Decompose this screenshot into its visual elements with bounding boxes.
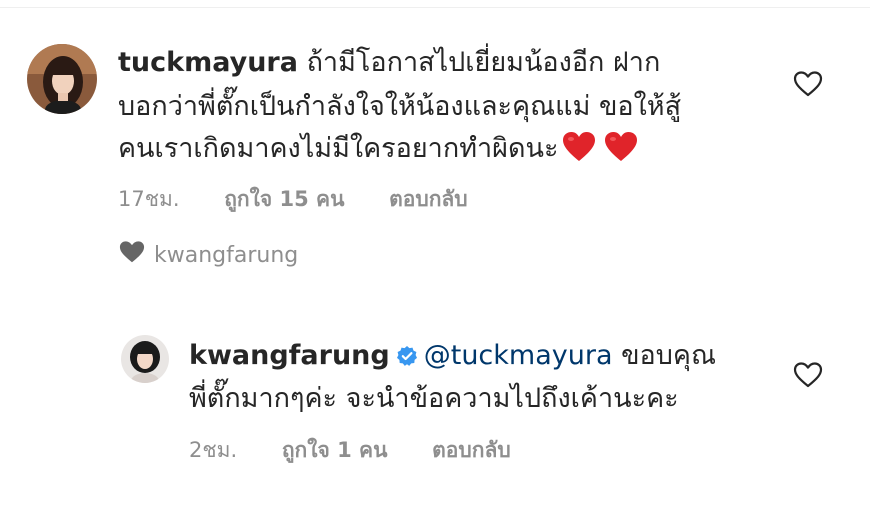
comment-text-part1: ถ้ามีโอกาสไปเยี่ยมน้องอีก ฝาก: [306, 47, 661, 78]
avatar-tuckmayura[interactable]: [27, 44, 97, 114]
red-heart-emoji: [604, 131, 638, 176]
reply-username[interactable]: kwangfarung: [189, 340, 390, 371]
comment-text-part3: คนเราเกิดมาคงไม่มีใครอยากทำผิดนะ: [118, 133, 559, 164]
comment-timestamp: 17ชม.: [118, 187, 180, 211]
liked-by-username: kwangfarung: [154, 242, 299, 268]
reply-timestamp: 2ชม.: [189, 438, 238, 462]
reply-likes-count[interactable]: ถูกใจ 1 คน: [282, 434, 388, 467]
comment-likes-count[interactable]: ถูกใจ 15 คน: [224, 183, 344, 216]
comment-tuckmayura-line1: tuckmayura ถ้ามีโอกาสไปเยี่ยมน้องอีก ฝาก: [118, 42, 660, 84]
comment-tuckmayura-line2: บอกว่าพี่ตั๊กเป็นกำลังใจให้น้องและคุณแม่…: [118, 91, 682, 122]
red-heart-emoji: [562, 131, 596, 176]
liked-by-author: kwangfarung: [118, 239, 298, 271]
comment-username[interactable]: tuckmayura: [118, 47, 298, 78]
top-divider: [0, 7, 870, 8]
reply-button[interactable]: ตอบกลับ: [389, 183, 468, 216]
reply-reply-button[interactable]: ตอบกลับ: [432, 434, 511, 467]
reply-kwangfarung-line1: kwangfarung @tuckmayura ขอบคุณ: [189, 335, 716, 380]
avatar-image: [121, 335, 169, 383]
comment-tuckmayura-line3: คนเราเกิดมาคงไม่มีใครอยากทำผิดนะ: [118, 128, 638, 176]
reply-meta-row: 2ชม. ถูกใจ 1 คน ตอบกลับ: [189, 434, 511, 467]
avatar-kwangfarung[interactable]: [121, 335, 169, 383]
comment-meta-row: 17ชม. ถูกใจ 15 คน ตอบกลับ: [118, 183, 468, 216]
reply-text-part1: ขอบคุณ: [621, 340, 717, 371]
like-reply-heart-icon[interactable]: [793, 361, 823, 389]
avatar-image: [27, 44, 97, 114]
verified-badge-icon: [396, 338, 418, 380]
reply-kwangfarung-line2: พี่ตั๊กมากๆค่ะ จะนำข้อความไปถึงเค้านะคะ: [189, 383, 679, 414]
liked-heart-icon: [118, 239, 146, 271]
mention-link[interactable]: @tuckmayura: [424, 340, 613, 371]
like-comment-heart-icon[interactable]: [793, 70, 823, 98]
